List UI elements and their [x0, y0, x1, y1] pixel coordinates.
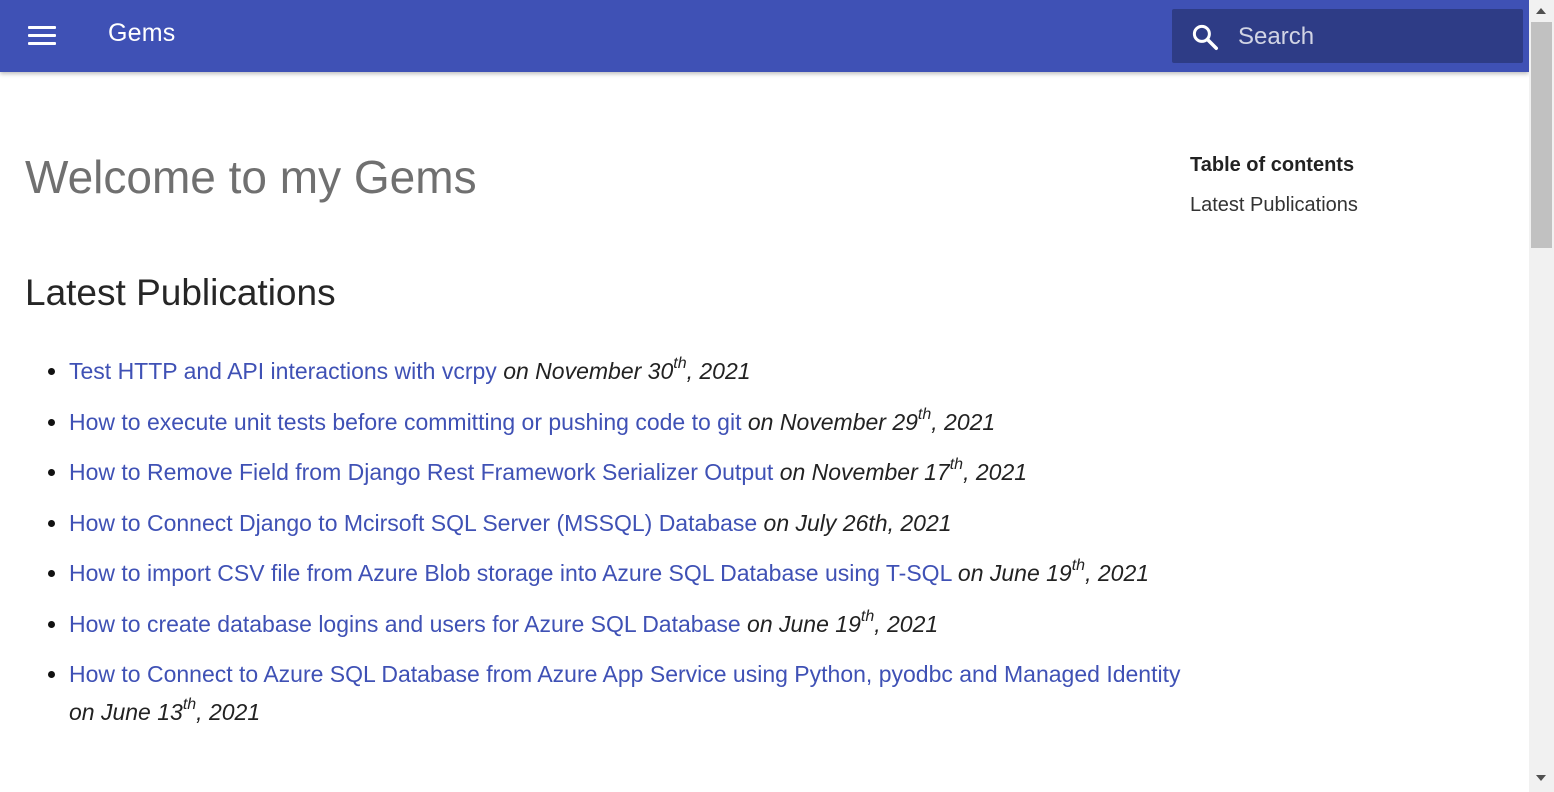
publication-link[interactable]: How to Remove Field from Django Rest Fra… [69, 459, 773, 485]
list-item: How to execute unit tests before committ… [69, 403, 1194, 441]
publication-link[interactable]: Test HTTP and API interactions with vcrp… [69, 358, 497, 384]
list-item: Test HTTP and API interactions with vcrp… [69, 352, 1194, 390]
page-title: Welcome to my Gems [25, 151, 477, 203]
publication-date: on November 17th, 2021 [779, 456, 1028, 485]
publication-link[interactable]: How to execute unit tests before committ… [69, 409, 741, 435]
publication-date: on November 29th, 2021 [747, 405, 996, 435]
search-box[interactable] [1172, 9, 1523, 63]
vertical-scrollbar[interactable] [1529, 0, 1554, 792]
scrollbar-thumb[interactable] [1531, 22, 1552, 248]
search-input[interactable] [1236, 19, 1510, 55]
toc-title: Table of contents [1190, 154, 1355, 176]
section-title: Latest Publications [25, 272, 336, 313]
list-item: How to Connect Django to Mcirsoft SQL Se… [69, 504, 1194, 542]
table-of-contents: Table of contents Latest Publications [1190, 154, 1358, 217]
publication-link[interactable]: How to create database logins and users … [69, 611, 741, 637]
hamburger-menu-icon[interactable] [22, 20, 62, 52]
list-item: How to import CSV file from Azure Blob s… [69, 554, 1194, 592]
publication-list: Test HTTP and API interactions with vcrp… [25, 352, 1194, 744]
list-item: How to Remove Field from Django Rest Fra… [69, 453, 1194, 491]
publication-date: on June 19th, 2021 [747, 607, 939, 637]
header-bar: Gems [0, 0, 1529, 72]
site-title[interactable]: Gems [108, 19, 175, 48]
publication-link[interactable]: How to import CSV file from Azure Blob s… [69, 560, 952, 586]
toc-item-latest-publications[interactable]: Latest Publications [1190, 194, 1358, 217]
publication-date: on June 13th, 2021 [69, 696, 261, 725]
publication-link[interactable]: How to Connect to Azure SQL Database fro… [69, 661, 1180, 687]
search-icon[interactable] [1190, 22, 1220, 52]
publication-date: on June 19th, 2021 [957, 557, 1150, 586]
scroll-down-icon[interactable] [1536, 775, 1546, 781]
publication-link[interactable]: How to Connect Django to Mcirsoft SQL Se… [69, 510, 757, 536]
publication-date: on November 30th, 2021 [503, 355, 751, 384]
list-item: How to create database logins and users … [69, 605, 1194, 643]
publication-date: on July 26th, 2021 [763, 509, 952, 536]
scroll-up-icon[interactable] [1536, 8, 1546, 14]
list-item: How to Connect to Azure SQL Database fro… [69, 655, 1194, 731]
